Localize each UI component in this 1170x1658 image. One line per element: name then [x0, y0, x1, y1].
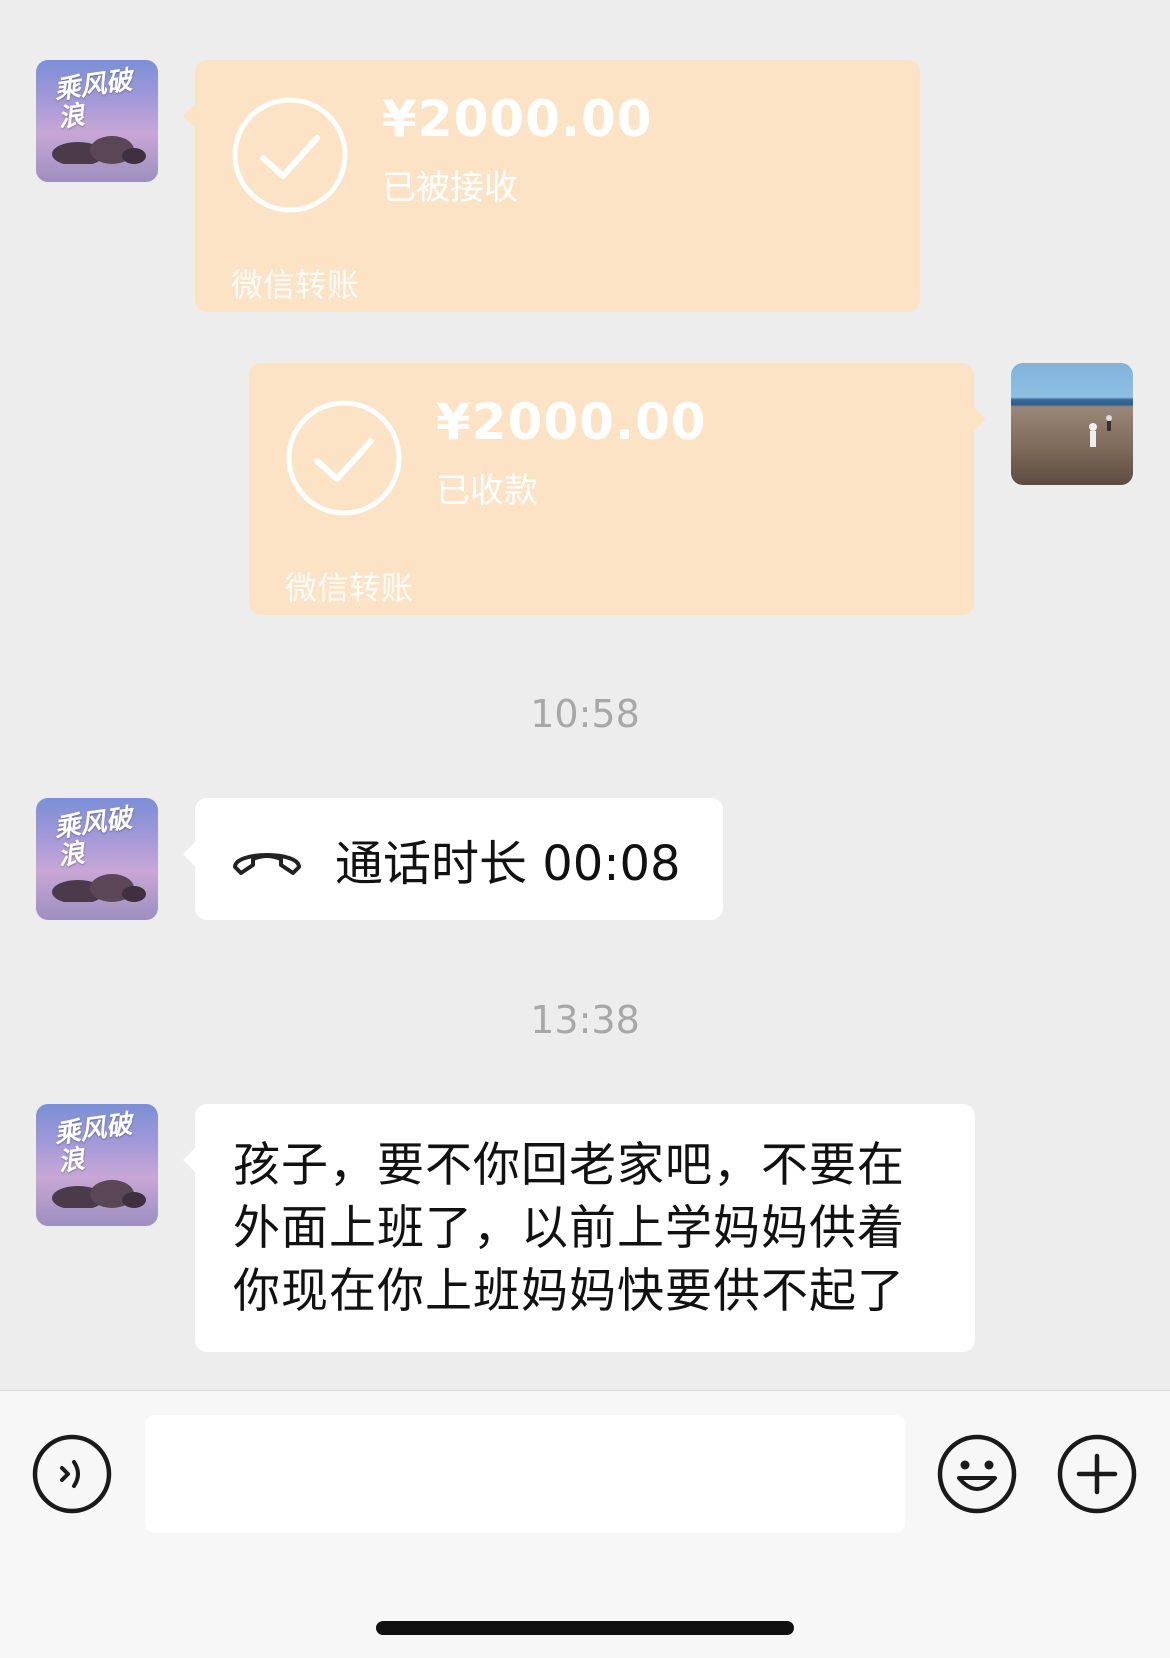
transfer-bubble-received[interactable]: ¥2000.00 已被接收 微信转账	[183, 60, 920, 312]
transfer-status: 已被接收	[382, 168, 518, 208]
transfer-footer: 微信转账	[285, 569, 414, 607]
message-line: 外面上班了，以前上学妈妈供着	[233, 1201, 905, 1256]
check-circle-icon	[232, 97, 348, 213]
plus-icon[interactable]	[1057, 1434, 1137, 1514]
check-circle-icon	[286, 400, 402, 516]
message-line: 你现在你上班妈妈快要供不起了	[233, 1264, 905, 1319]
avatar-self[interactable]	[1011, 363, 1133, 485]
transfer-status: 已收款	[436, 471, 538, 511]
transfer-bubble-sent[interactable]: ¥2000.00 已收款 微信转账	[249, 363, 986, 615]
timestamp: 10:58	[530, 692, 640, 736]
rocks-graphic	[52, 136, 146, 164]
phone-hangup-icon	[233, 853, 301, 875]
transfer-amount: ¥2000.00	[382, 90, 653, 148]
text-message-bubble[interactable]: 孩子，要不你回老家吧，不要在 外面上班了，以前上学妈妈供着 你现在你上班妈妈快要…	[183, 1104, 975, 1352]
timestamp: 13:38	[530, 998, 640, 1042]
transfer-footer: 微信转账	[231, 266, 360, 304]
avatar-contact[interactable]: 乘风破浪	[36, 798, 158, 920]
input-bar	[0, 1390, 1170, 1658]
emoji-icon[interactable]	[937, 1434, 1017, 1514]
call-record-bubble[interactable]: 通话时长 00:08	[183, 798, 723, 920]
rocks-graphic	[52, 874, 146, 902]
message-input[interactable]	[145, 1415, 905, 1533]
call-duration-text: 通话时长 00:08	[335, 836, 681, 892]
avatar-contact[interactable]: 乘风破浪	[36, 1104, 158, 1226]
home-indicator[interactable]	[376, 1621, 794, 1635]
message-line: 孩子，要不你回老家吧，不要在	[233, 1138, 905, 1193]
voice-icon[interactable]	[32, 1434, 112, 1514]
beach-people-graphic	[1089, 415, 1112, 447]
avatar-contact[interactable]: 乘风破浪	[36, 60, 158, 182]
transfer-amount: ¥2000.00	[436, 393, 707, 451]
rocks-graphic	[52, 1180, 146, 1208]
